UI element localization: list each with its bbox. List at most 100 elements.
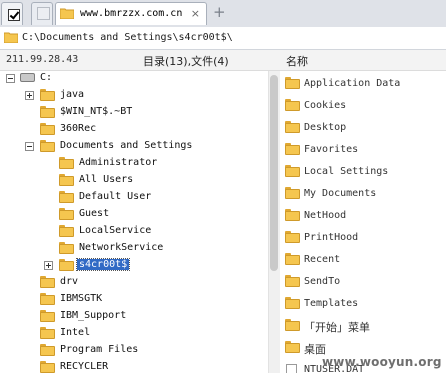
list-item[interactable]: Local Settings (280, 164, 446, 182)
folder-icon (40, 276, 55, 288)
list-item-label: 「开始」菜单 (304, 321, 370, 334)
list-item[interactable]: My Documents (280, 186, 446, 204)
folder-icon (285, 187, 300, 199)
tree-item-label: Administrator (79, 157, 158, 168)
folder-icon (4, 32, 18, 43)
tab-title: www.bmrzzx.com.cn (80, 8, 183, 19)
tree-item-label: Guest (79, 208, 110, 219)
server-ip: 211.99.28.43 (6, 54, 79, 65)
tree-item-label: RECYCLER (60, 361, 109, 372)
folder-icon (59, 157, 74, 169)
folder-tree: C: java $WIN_NT$.~BT 360Rec Documents an… (0, 71, 268, 373)
tree-root-label: C: (40, 72, 53, 83)
expand-icon[interactable] (44, 261, 53, 270)
address-bar[interactable]: C:\Documents and Settings\s4cr00t$\ (0, 27, 446, 50)
folder-icon (285, 231, 300, 243)
list-item-label: Recent (304, 254, 341, 265)
tree-item-label: java (60, 89, 85, 100)
folder-open-icon (40, 140, 55, 152)
status-bar: 211.99.28.43 目录(13),文件(4) 名称 (0, 50, 446, 71)
tree-item[interactable]: All Users (0, 173, 260, 190)
list-item-label: Favorites (304, 144, 359, 155)
folder-icon (40, 344, 55, 356)
folder-icon (285, 165, 300, 177)
tree-item-label: 360Rec (60, 123, 97, 134)
tab-pinned-2[interactable] (31, 2, 53, 25)
tree-item[interactable]: RECYCLER (0, 360, 260, 373)
tree-root[interactable]: C: (0, 71, 260, 88)
scrollbar-thumb[interactable] (270, 75, 278, 271)
hard-drive-icon (20, 73, 35, 82)
list-item[interactable]: Application Data (280, 76, 446, 94)
folder-icon (40, 310, 55, 322)
tree-scrollbar[interactable] (268, 71, 280, 373)
folder-icon (40, 89, 55, 101)
browser-tab-bar: www.bmrzzx.com.cn × + (0, 0, 446, 28)
name-column-header[interactable]: 名称 (286, 53, 308, 69)
tree-item-label: IBMSGTK (60, 293, 103, 304)
list-item[interactable]: Recent (280, 252, 446, 270)
list-item[interactable]: SendTo (280, 274, 446, 292)
expand-icon[interactable] (25, 91, 34, 100)
folder-icon (285, 77, 300, 89)
tree-item[interactable]: Program Files (0, 343, 260, 360)
list-item[interactable]: Desktop (280, 120, 446, 138)
tree-item[interactable]: NetworkService (0, 241, 260, 258)
tree-item-label: Documents and Settings (60, 140, 193, 151)
list-item-label: NetHood (304, 210, 347, 221)
tab-pinned-1[interactable] (1, 2, 23, 25)
folder-icon (285, 99, 300, 111)
folder-icon (285, 297, 300, 309)
folder-icon (40, 123, 55, 135)
tree-item[interactable]: Administrator (0, 156, 260, 173)
tree-item-label: Program Files (60, 344, 139, 355)
folder-icon (285, 275, 300, 287)
tree-item[interactable]: IBM_Support (0, 309, 260, 326)
folder-icon (285, 253, 300, 265)
tree-item-label: s4cr00t$ (75, 258, 131, 271)
folder-icon (40, 327, 55, 339)
new-tab-button[interactable]: + (213, 3, 226, 21)
list-item[interactable]: 「开始」菜单 (280, 318, 446, 336)
list-item-label: Local Settings (304, 166, 389, 177)
list-item-label: Templates (304, 298, 359, 309)
list-item[interactable]: PrintHood (280, 230, 446, 248)
folder-icon (40, 106, 55, 118)
checkbox-icon[interactable] (8, 9, 20, 21)
list-item-label: My Documents (304, 188, 377, 199)
tree-item[interactable]: $WIN_NT$.~BT (0, 105, 260, 122)
folder-icon (59, 242, 74, 254)
folder-icon (285, 341, 300, 353)
file-icon (286, 364, 297, 373)
address-path[interactable]: C:\Documents and Settings\s4cr00t$\ (22, 32, 233, 43)
tree-item[interactable]: 360Rec (0, 122, 260, 139)
tree-item[interactable]: Default User (0, 190, 260, 207)
list-item[interactable]: Templates (280, 296, 446, 314)
tree-item-selected[interactable]: s4cr00t$ (0, 258, 260, 275)
tab-active[interactable]: www.bmrzzx.com.cn × (55, 2, 207, 25)
folder-icon (59, 208, 74, 220)
collapse-icon[interactable] (25, 142, 34, 151)
list-item-label: Application Data (304, 78, 401, 89)
list-item-label: SendTo (304, 276, 341, 287)
tree-item[interactable]: drv (0, 275, 260, 292)
file-list: Application Data Cookies Desktop Favorit… (280, 71, 446, 373)
tree-item[interactable]: Documents and Settings (0, 139, 260, 156)
folder-icon (59, 191, 74, 203)
collapse-icon[interactable] (6, 74, 15, 83)
tree-item[interactable]: Intel (0, 326, 260, 343)
folder-icon (59, 259, 74, 271)
tree-item-label: NetworkService (79, 242, 164, 253)
folder-icon (40, 361, 55, 373)
tree-item[interactable]: LocalService (0, 224, 260, 241)
tree-item[interactable]: IBMSGTK (0, 292, 260, 309)
close-icon[interactable]: × (191, 7, 200, 20)
tree-item[interactable]: java (0, 88, 260, 105)
list-item[interactable]: NetHood (280, 208, 446, 226)
tree-item[interactable]: Guest (0, 207, 260, 224)
list-item-label: Desktop (304, 122, 347, 133)
tree-item-label: LocalService (79, 225, 152, 236)
folder-icon (285, 319, 300, 331)
list-item[interactable]: Favorites (280, 142, 446, 160)
list-item[interactable]: Cookies (280, 98, 446, 116)
